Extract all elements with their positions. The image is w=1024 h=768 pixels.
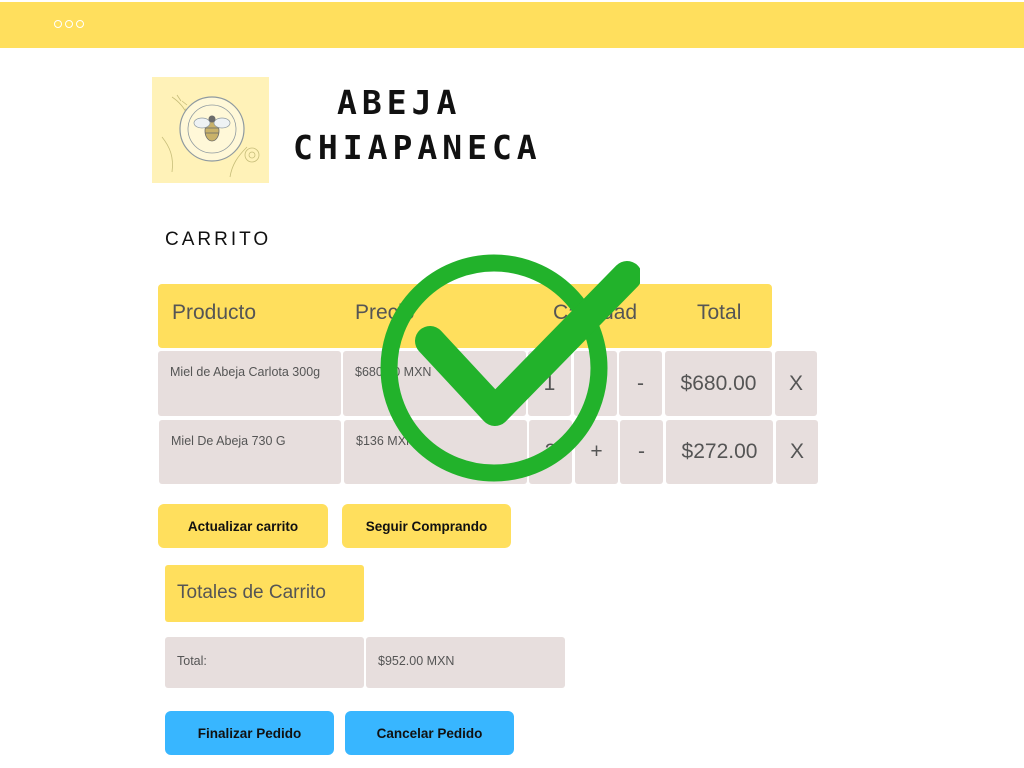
row2-remove-button[interactable]: X [776, 420, 818, 484]
cancel-order-button[interactable]: Cancelar Pedido [345, 711, 514, 755]
finalize-order-button[interactable]: Finalizar Pedido [165, 711, 334, 755]
row2-total: $272.00 [666, 420, 773, 484]
brand-title-line2: CHIAPANECA [293, 128, 542, 167]
top-bar [0, 2, 1024, 48]
brand-title: ABEJA CHIAPANECA [293, 80, 553, 170]
brand-title-line1: ABEJA [337, 83, 462, 122]
continue-shopping-button[interactable]: Seguir Comprando [342, 504, 511, 548]
update-cart-button[interactable]: Actualizar carrito [158, 504, 328, 548]
checkmark-success-icon [378, 248, 642, 488]
header-product: Producto [172, 301, 257, 324]
row1-remove-button[interactable]: X [775, 351, 817, 416]
header-total: Total [697, 301, 742, 324]
totals-label: Total: [165, 637, 364, 688]
brand-logo [152, 77, 269, 183]
row2-product: Miel De Abeja 730 G [159, 420, 341, 484]
row1-product: Miel de Abeja Carlota 300g [158, 351, 341, 416]
three-dots-icon[interactable] [54, 20, 84, 28]
cart-title: CARRITO [165, 229, 272, 250]
row1-total: $680.00 [665, 351, 772, 416]
totals-value: $952.00 MXN [366, 637, 565, 688]
cart-totals-title: Totales de Carrito [165, 565, 364, 622]
